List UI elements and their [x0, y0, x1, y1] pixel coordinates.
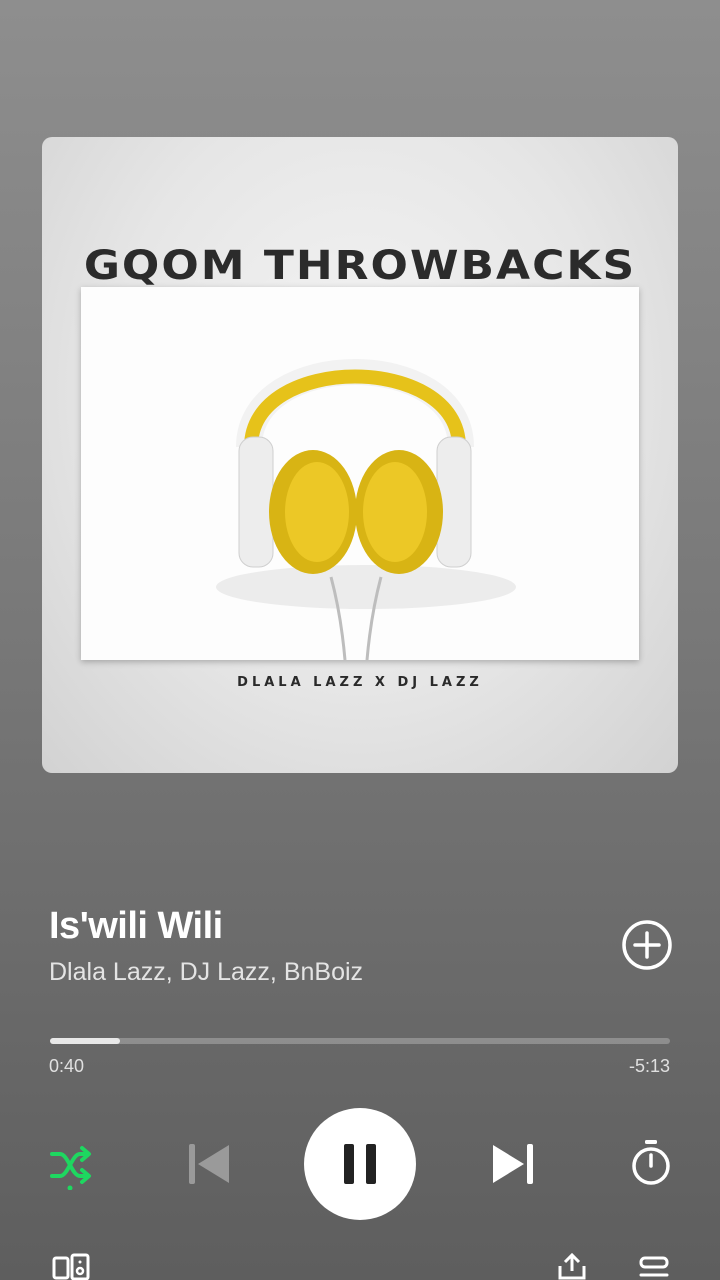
skip-previous-icon: [189, 1144, 229, 1184]
track-artists[interactable]: Dlala Lazz, DJ Lazz, BnBoiz: [49, 958, 363, 987]
progress-fill: [50, 1038, 121, 1044]
timer-icon: [632, 1140, 670, 1185]
share-icon: [558, 1252, 586, 1280]
share-button[interactable]: [556, 1252, 588, 1280]
queue-button[interactable]: [638, 1254, 670, 1280]
next-button[interactable]: [490, 1140, 536, 1188]
previous-button[interactable]: [186, 1140, 232, 1188]
pause-icon: [344, 1144, 376, 1184]
track-title[interactable]: Is'wili Wili: [49, 905, 223, 948]
sleep-timer-button[interactable]: [628, 1138, 674, 1188]
time-elapsed: 0:40: [49, 1056, 85, 1076]
queue-icon: [639, 1256, 669, 1277]
shuffle-icon: [50, 1146, 91, 1190]
album-art: GQOM THROWBACKS DLALA LAZZ X DJ LAZZ: [42, 137, 678, 773]
album-art-photo: [81, 287, 639, 660]
album-art-credit: DLALA LAZZ X DJ LAZZ: [237, 675, 483, 690]
pause-button[interactable]: [304, 1108, 416, 1220]
add-to-library-button[interactable]: [621, 919, 673, 971]
skip-next-icon: [493, 1144, 533, 1184]
progress-bar[interactable]: [50, 1038, 670, 1044]
plus-circle-icon: [622, 920, 672, 970]
devices-icon: [52, 1253, 90, 1280]
time-remaining: -5:13: [628, 1056, 670, 1076]
devices-button[interactable]: [52, 1252, 92, 1280]
shuffle-button[interactable]: [46, 1140, 96, 1190]
album-art-title: GQOM THROWBACKS: [83, 242, 637, 289]
